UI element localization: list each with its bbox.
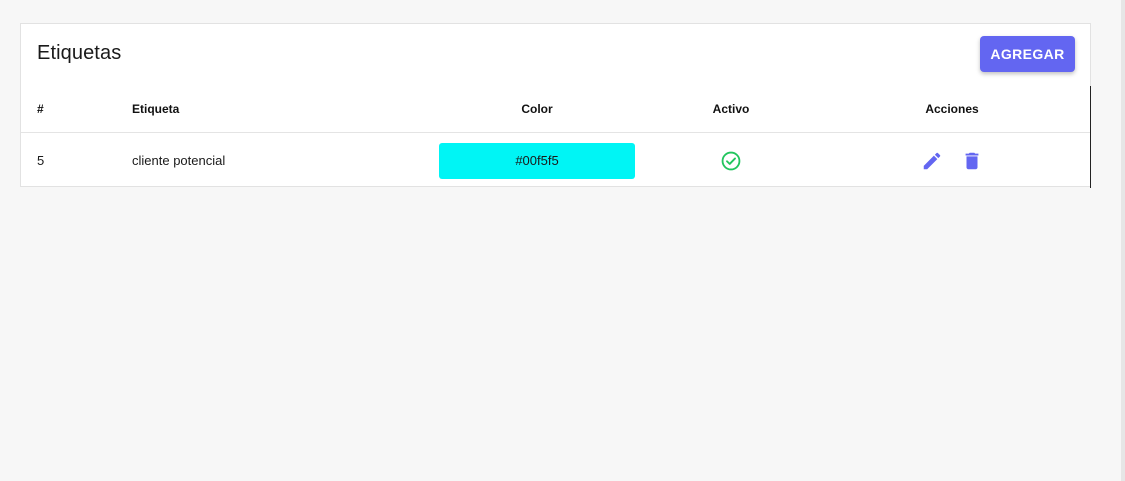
row-color-cell: #00f5f5 <box>439 133 635 188</box>
table-row: 5 cliente potencial #00f5f5 <box>21 133 1090 188</box>
edit-icon[interactable] <box>918 147 946 175</box>
column-header-active: Activo <box>712 102 750 116</box>
check-circle-icon <box>720 150 742 172</box>
column-header-color: Color <box>521 102 553 116</box>
tags-card: Etiquetas AGREGAR # Etiqueta Color Activ… <box>20 23 1091 188</box>
color-swatch: #00f5f5 <box>439 142 635 179</box>
row-id: 5 <box>37 153 45 168</box>
row-actions <box>871 133 1033 188</box>
tags-table: # Etiqueta Color Activo Acciones 5 clien… <box>21 86 1091 188</box>
column-header-id: # <box>37 102 44 116</box>
table-header-row: # Etiqueta Color Activo Acciones <box>21 86 1090 133</box>
row-active <box>681 133 781 188</box>
page-title: Etiquetas <box>37 42 122 64</box>
card-header: Etiquetas AGREGAR <box>21 24 1090 86</box>
column-header-label: Etiqueta <box>132 102 180 116</box>
row-label: cliente potencial <box>132 153 226 168</box>
delete-icon[interactable] <box>958 147 986 175</box>
scrollbar-track[interactable] <box>1121 0 1125 481</box>
add-button[interactable]: AGREGAR <box>980 36 1075 72</box>
column-header-actions: Acciones <box>925 102 979 116</box>
